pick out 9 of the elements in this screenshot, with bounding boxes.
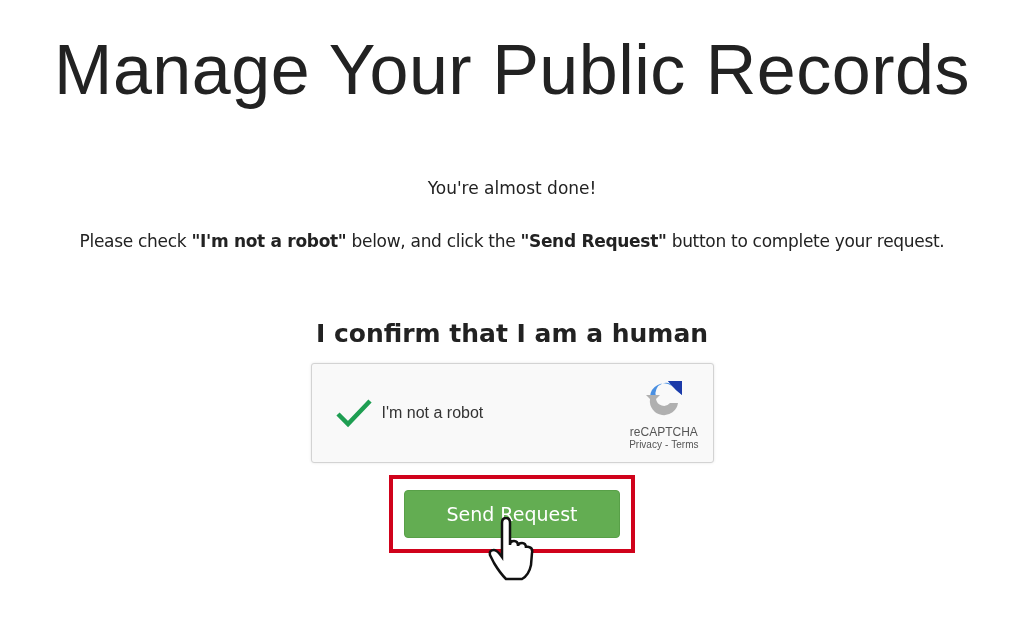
instruction-text: Please check "I'm not a robot" below, and click the "Send Request" button to complete your request. — [79, 231, 945, 251]
confirm-heading: I confirm that I am a human — [315, 319, 709, 348]
intro-text: You're almost done! — [427, 178, 597, 198]
link-separator: - — [664, 438, 669, 450]
privacy-link[interactable]: Privacy — [629, 438, 662, 450]
captcha-label: I'm not a robot — [381, 404, 485, 422]
recaptcha-brand: reCAPTCHA — [629, 424, 698, 439]
terms-link[interactable]: Terms — [671, 438, 699, 450]
page-title: Manage Your Public Records — [54, 30, 970, 110]
